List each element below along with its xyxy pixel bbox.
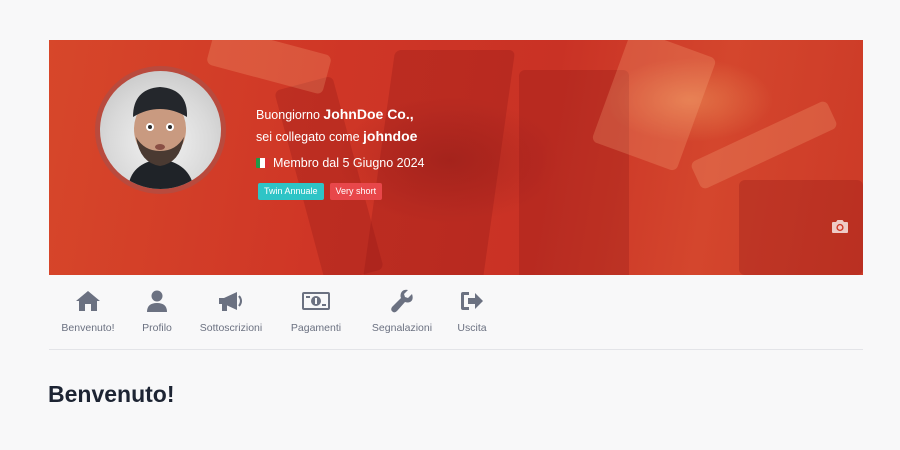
money-icon bbox=[302, 292, 330, 310]
tab-benvenuto[interactable]: Benvenuto! bbox=[60, 288, 116, 334]
tab-label: Segnalazioni bbox=[371, 322, 433, 334]
home-icon bbox=[76, 291, 100, 311]
tab-label: Uscita bbox=[457, 322, 487, 334]
sign-out-icon bbox=[461, 292, 483, 310]
member-since: Membro dal 5 Giugno 2024 bbox=[273, 156, 425, 170]
member-since-line: Membro dal 5 Giugno 2024 bbox=[256, 155, 424, 171]
company-name: JohnDoe Co., bbox=[323, 106, 414, 122]
tab-profilo[interactable]: Profilo bbox=[136, 288, 178, 334]
avatar-photo bbox=[100, 71, 221, 189]
profile-nav: Benvenuto! Profilo Sottoscrizioni Pagame… bbox=[49, 288, 863, 350]
status-badge: Very short bbox=[329, 183, 383, 200]
logged-as-line: sei collegato come johndoe bbox=[256, 125, 424, 147]
camera-icon[interactable] bbox=[831, 218, 849, 234]
tab-label: Pagamenti bbox=[290, 322, 342, 334]
greeting-block: Buongiorno JohnDoe Co., sei collegato co… bbox=[256, 104, 424, 171]
page-title: Benvenuto! bbox=[48, 381, 175, 407]
tab-sottoscrizioni[interactable]: Sottoscrizioni bbox=[195, 288, 267, 334]
tab-segnalazioni[interactable]: Segnalazioni bbox=[367, 288, 437, 334]
tab-label: Benvenuto! bbox=[61, 322, 115, 334]
user-icon bbox=[147, 290, 167, 312]
tab-label: Profilo bbox=[142, 322, 172, 334]
badge-list: Twin Annuale Very short bbox=[258, 183, 383, 200]
greeting-line: Buongiorno JohnDoe Co., bbox=[256, 104, 424, 124]
avatar[interactable] bbox=[95, 66, 226, 194]
tab-label: Sottoscrizioni bbox=[199, 322, 263, 334]
wrench-icon bbox=[391, 289, 413, 313]
username: johndoe bbox=[363, 128, 418, 144]
tab-pagamenti[interactable]: Pagamenti bbox=[285, 288, 347, 334]
logged-as-prefix: sei collegato come bbox=[256, 130, 364, 144]
italy-flag-icon bbox=[256, 158, 269, 168]
megaphone-icon bbox=[219, 292, 242, 311]
status-badge: Twin Annuale bbox=[258, 183, 324, 200]
greeting-prefix: Buongiorno bbox=[256, 108, 324, 122]
tab-uscita[interactable]: Uscita bbox=[454, 288, 490, 334]
